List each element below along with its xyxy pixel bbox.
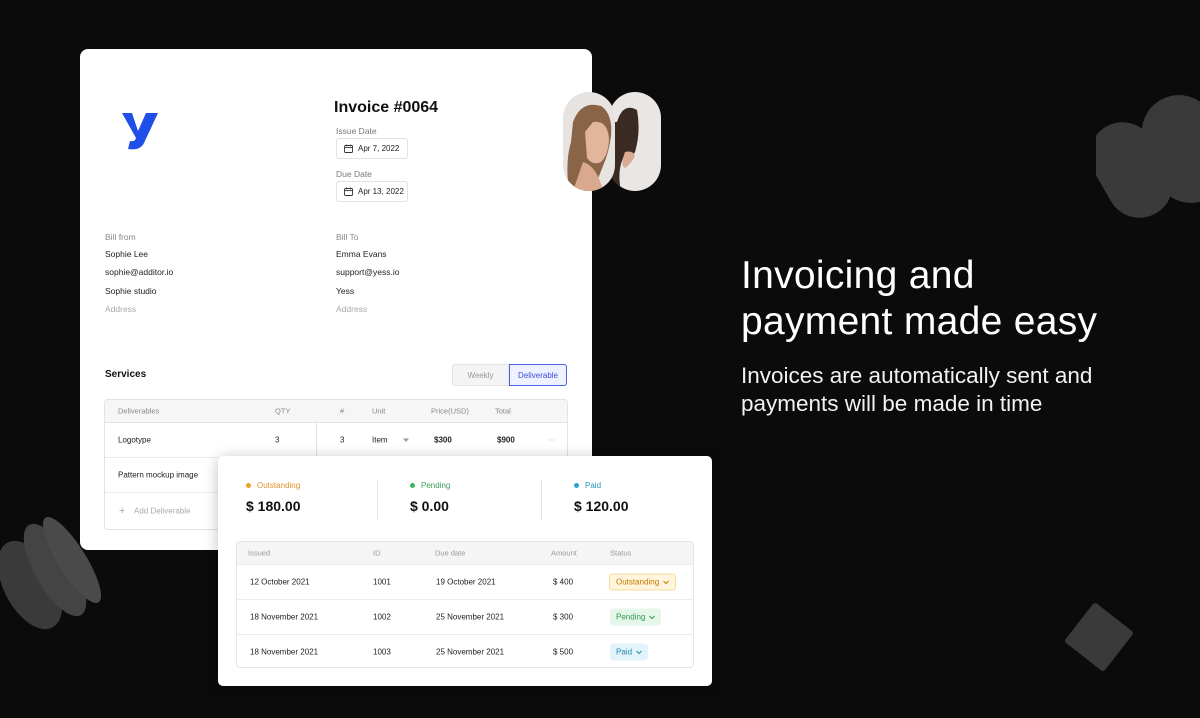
subheadline-line: Invoices are automatically sent and: [741, 363, 1093, 388]
invoice-id: 1002: [373, 612, 391, 622]
decorative-diamond-shape: [1063, 601, 1135, 673]
issue-date-value: Apr 7, 2022: [358, 144, 400, 153]
stat-label: Outstanding: [257, 481, 301, 490]
services-title: Services: [105, 369, 147, 380]
amount: $ 500: [553, 647, 574, 657]
stat-label: Pending: [421, 481, 451, 490]
status-dot-icon: [410, 483, 415, 488]
issued-date: 18 November 2021: [250, 647, 319, 657]
bill-to-label: Bill To: [336, 232, 359, 242]
column-header: Status: [610, 548, 632, 558]
bill-to-address-field[interactable]: Address: [336, 304, 367, 314]
issue-date-label: Issue Date: [336, 126, 377, 136]
headline-line: payment made easy: [741, 300, 1098, 343]
table-row[interactable]: 18 November 2021 1003 25 November 2021 $…: [237, 634, 693, 667]
status-badge: Outstanding: [616, 577, 660, 587]
column-header: #: [340, 406, 345, 416]
outstanding-stat: Outstanding $ 180.00: [246, 481, 301, 514]
column-header: Unit: [372, 406, 386, 416]
deliverable-toggle-button[interactable]: Deliverable: [509, 364, 567, 386]
deliverable-name[interactable]: Pattern mockup image: [118, 471, 198, 480]
due-date: 19 October 2021: [436, 577, 496, 587]
chevron-down-icon: [649, 615, 656, 619]
bill-from-email[interactable]: sophie@additor.io: [105, 267, 173, 277]
payments-table-header: Issued ID Due date Amount Status: [237, 542, 693, 564]
status-dropdown[interactable]: Paid: [610, 643, 649, 661]
pending-stat: Pending $ 0.00: [410, 481, 450, 514]
status-badge: Paid: [616, 647, 633, 657]
services-view-toggle: Weekly Deliverable: [452, 364, 567, 386]
table-row[interactable]: Logotype 3 3 Item $300 $900 ···: [105, 423, 567, 458]
headline-line: Invoicing and: [741, 254, 975, 297]
deliverable-total: $900: [497, 435, 515, 445]
issued-date: 12 October 2021: [250, 577, 310, 587]
divider: [377, 480, 378, 520]
hero-headline: Invoicing and payment made easy: [741, 253, 1161, 345]
invoice-title: Invoice #0064: [334, 99, 439, 116]
more-options-icon[interactable]: ···: [548, 436, 556, 445]
bill-from-address-field[interactable]: Address: [105, 304, 136, 314]
column-header: QTY: [275, 406, 291, 416]
brand-logo-icon: [122, 113, 158, 150]
column-header: ID: [373, 548, 381, 558]
chevron-down-icon: [663, 580, 669, 584]
payments-table: Issued ID Due date Amount Status 12 Octo…: [236, 541, 694, 668]
bill-to-email[interactable]: support@yess.io: [336, 267, 399, 277]
column-header: Deliverables: [118, 406, 160, 416]
bill-from-company[interactable]: Sophie studio: [105, 286, 157, 296]
plus-icon: +: [119, 504, 126, 517]
invoice-id: 1001: [373, 577, 391, 587]
amount: $ 300: [553, 612, 574, 622]
column-header: Due date: [435, 548, 466, 558]
status-badge: Pending: [616, 612, 646, 622]
decorative-blob-shape: [1096, 95, 1200, 218]
bill-to-name[interactable]: Emma Evans: [336, 249, 387, 259]
payments-card: Outstanding $ 180.00 Pending $ 0.00 Paid…: [218, 456, 712, 686]
divider: [541, 480, 542, 520]
stat-value: $ 120.00: [574, 498, 629, 514]
due-date-field[interactable]: Apr 13, 2022: [336, 181, 408, 202]
stat-value: $ 0.00: [410, 498, 449, 514]
due-date: 25 November 2021: [436, 647, 505, 657]
weekly-toggle-button[interactable]: Weekly: [452, 364, 509, 386]
chevron-down-icon[interactable]: [403, 436, 409, 445]
bill-from-label: Bill from: [105, 232, 136, 242]
amount: $ 400: [553, 577, 574, 587]
bill-to-company[interactable]: Yess: [336, 286, 354, 296]
due-date-label: Due Date: [336, 169, 372, 179]
status-dropdown[interactable]: Pending: [610, 608, 662, 626]
table-row[interactable]: 12 October 2021 1001 19 October 2021 $ 4…: [237, 564, 693, 599]
due-date-value: Apr 13, 2022: [358, 187, 404, 196]
column-header: Price(USD): [431, 406, 469, 416]
issue-date-field[interactable]: Apr 7, 2022: [336, 138, 408, 159]
bill-from-name[interactable]: Sophie Lee: [105, 249, 148, 259]
avatar: [563, 92, 661, 191]
status-dot-icon: [246, 483, 251, 488]
paid-stat: Paid $ 120.00: [574, 481, 629, 514]
stat-value: $ 180.00: [246, 498, 301, 514]
add-deliverable-label: Add Deliverable: [134, 506, 191, 515]
services-table-header: Deliverables QTY # Unit Price(USD) Total: [105, 400, 567, 423]
status-dot-icon: [574, 483, 579, 488]
column-header: Total: [495, 406, 511, 416]
subheadline-line: payments will be made in time: [741, 391, 1043, 416]
status-dropdown[interactable]: Outstanding: [609, 573, 677, 591]
stat-label: Paid: [585, 481, 602, 490]
calendar-icon: [344, 144, 353, 153]
issued-date: 18 November 2021: [250, 612, 319, 622]
deliverable-qty[interactable]: 3: [275, 436, 279, 445]
calendar-icon: [344, 187, 353, 196]
column-header: Issued: [248, 548, 271, 558]
table-row[interactable]: 18 November 2021 1002 25 November 2021 $…: [237, 599, 693, 634]
deliverable-num[interactable]: 3: [340, 436, 344, 445]
unit-select[interactable]: Item: [372, 436, 388, 445]
deliverable-price[interactable]: $300: [434, 436, 452, 445]
deliverable-name[interactable]: Logotype: [118, 436, 151, 445]
hero-subheadline: Invoices are automatically sent and paym…: [741, 362, 1161, 418]
due-date: 25 November 2021: [436, 612, 505, 622]
invoice-id: 1003: [373, 647, 391, 657]
chevron-down-icon: [636, 650, 642, 654]
column-header: Amount: [551, 548, 577, 558]
